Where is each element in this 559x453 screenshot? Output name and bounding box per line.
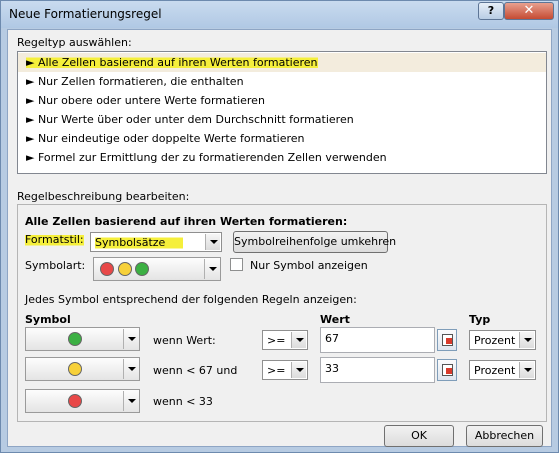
rule-type-list[interactable]: ► Alle Zellen basierend auf ihren Werten… bbox=[17, 51, 547, 174]
symbol-column-header: Symbol bbox=[25, 313, 71, 326]
rule-type-item-average[interactable]: ► Nur Werte über oder unter dem Durchsch… bbox=[18, 110, 546, 129]
rule-type-item-unique[interactable]: ► Nur eindeutige oder doppelte Werte for… bbox=[18, 129, 546, 148]
type-value-2: Prozent bbox=[474, 364, 516, 377]
chevron-down-icon[interactable] bbox=[205, 234, 220, 250]
symbol-select-1[interactable] bbox=[25, 327, 140, 351]
format-style-label: Formatstil: bbox=[25, 233, 84, 246]
description-heading: Alle Zellen basierend auf ihren Werten f… bbox=[25, 215, 348, 228]
icon-only-label: Nur Symbol anzeigen bbox=[250, 259, 368, 272]
red-circle-icon bbox=[68, 394, 82, 408]
chevron-down-icon[interactable] bbox=[291, 362, 306, 378]
yellow-circle-icon bbox=[117, 262, 132, 276]
title-bar[interactable]: Neue Formatierungsregel ? ✕ bbox=[1, 1, 558, 28]
operator-select-1[interactable]: >= bbox=[262, 330, 308, 350]
rule-type-item-contains[interactable]: ► Nur Zellen formatieren, die enthalten bbox=[18, 72, 546, 91]
chevron-down-icon[interactable] bbox=[519, 332, 534, 348]
chevron-down-icon[interactable] bbox=[123, 329, 138, 349]
reverse-icon-order-button[interactable]: Symbolreihenfolge umkehren bbox=[233, 231, 396, 253]
operator-value-2: >= bbox=[267, 364, 286, 377]
rule-type-item-label: ► Alle Zellen basierend auf ihren Werten… bbox=[26, 56, 318, 69]
value-input-1[interactable]: 67 bbox=[320, 327, 435, 353]
help-button[interactable]: ? bbox=[478, 2, 504, 20]
chevron-down-icon[interactable] bbox=[519, 362, 534, 378]
rules-caption: Jedes Symbol entsprechend der folgenden … bbox=[25, 293, 357, 306]
cancel-button[interactable]: Abbrechen bbox=[466, 425, 543, 447]
dialog-title: Neue Formatierungsregel bbox=[9, 7, 162, 21]
description-label: Regelbeschreibung bearbeiten: bbox=[17, 190, 190, 203]
value-input-2[interactable]: 33 bbox=[320, 357, 435, 383]
icon-style-preview bbox=[100, 262, 149, 276]
type-value-1: Prozent bbox=[474, 334, 516, 347]
chevron-down-icon[interactable] bbox=[123, 391, 138, 411]
ok-button[interactable]: OK bbox=[384, 425, 454, 447]
green-circle-icon bbox=[68, 332, 82, 346]
icon-style-select[interactable] bbox=[93, 257, 221, 281]
format-style-value: Symbolsätze bbox=[95, 236, 184, 249]
type-column-header: Typ bbox=[469, 313, 491, 326]
rule-type-label: Regeltyp auswählen: bbox=[17, 36, 132, 49]
value-column-header: Wert bbox=[320, 313, 350, 326]
chevron-down-icon[interactable] bbox=[123, 359, 138, 379]
type-select-2[interactable]: Prozent bbox=[469, 360, 536, 380]
description-panel: Alle Zellen basierend auf ihren Werten f… bbox=[17, 204, 547, 422]
rule-condition-2: wenn < 67 und bbox=[153, 364, 238, 377]
rule-type-item-all-cells[interactable]: ► Alle Zellen basierend auf ihren Werten… bbox=[18, 53, 546, 72]
rule-type-item-formula[interactable]: ► Formel zur Ermittlung der zu formatier… bbox=[18, 148, 546, 167]
close-button[interactable]: ✕ bbox=[504, 2, 554, 20]
cell-reference-icon[interactable] bbox=[437, 359, 457, 381]
green-circle-icon bbox=[135, 262, 149, 276]
rule-condition-1: wenn Wert: bbox=[153, 334, 216, 347]
symbol-select-3[interactable] bbox=[25, 389, 140, 413]
dialog-window: Neue Formatierungsregel ? ✕ Regeltyp aus… bbox=[0, 0, 559, 453]
chevron-down-icon[interactable] bbox=[204, 259, 219, 279]
symbol-select-2[interactable] bbox=[25, 357, 140, 381]
rule-type-item-top-bottom[interactable]: ► Nur obere oder untere Werte formatiere… bbox=[18, 91, 546, 110]
icon-style-label: Symbolart: bbox=[25, 259, 86, 272]
icon-only-checkbox[interactable] bbox=[230, 258, 243, 271]
cell-reference-icon[interactable] bbox=[437, 329, 457, 351]
operator-select-2[interactable]: >= bbox=[262, 360, 308, 380]
type-select-1[interactable]: Prozent bbox=[469, 330, 536, 350]
operator-value-1: >= bbox=[267, 334, 286, 347]
chevron-down-icon[interactable] bbox=[291, 332, 306, 348]
format-style-select[interactable]: Symbolsätze bbox=[90, 232, 222, 252]
yellow-circle-icon bbox=[68, 362, 82, 376]
red-circle-icon bbox=[100, 262, 114, 276]
dialog-client: Regeltyp auswählen: ► Alle Zellen basier… bbox=[7, 29, 552, 447]
rule-condition-3: wenn < 33 bbox=[153, 395, 213, 408]
